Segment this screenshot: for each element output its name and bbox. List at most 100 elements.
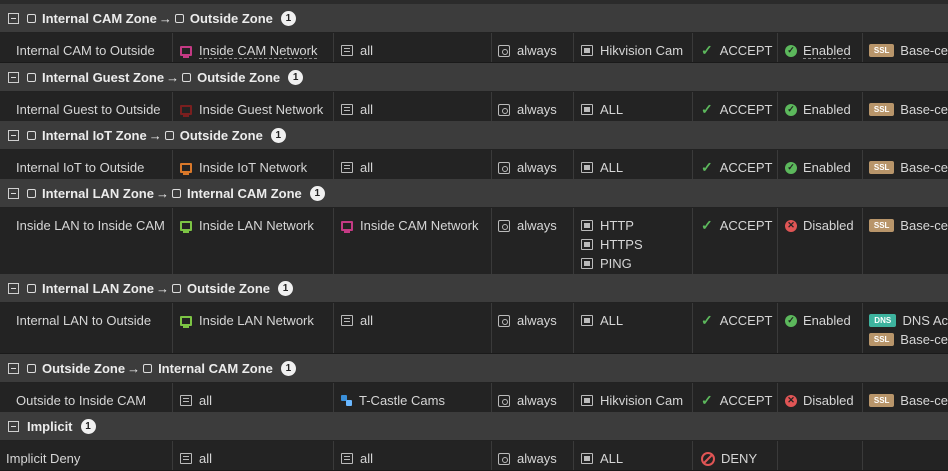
policy-row[interactable]: Internal IoT to Outside Inside IoT Netwo… xyxy=(0,150,948,180)
policy-group-header[interactable]: Internal LAN Zone → Outside Zone 1 xyxy=(0,274,948,303)
group-to-zone: Outside Zone xyxy=(179,127,263,143)
policy-count-badge: 1 xyxy=(280,360,296,376)
schedule[interactable]: always xyxy=(498,158,573,177)
policy-name[interactable]: Internal IoT to Outside xyxy=(16,158,172,177)
policy-row[interactable]: Internal LAN to Outside Inside LAN Netwo… xyxy=(0,303,948,354)
collapse-toggle-icon[interactable] xyxy=(8,71,19,83)
destination-address[interactable]: all xyxy=(341,41,491,60)
arrow-icon: → xyxy=(148,127,162,143)
ssl-badge: SSL xyxy=(869,103,895,116)
security-profile[interactable]: SSL Base-ce xyxy=(869,41,948,60)
check-icon: ✓ xyxy=(701,217,713,233)
collapse-toggle-icon[interactable] xyxy=(8,12,19,24)
service[interactable]: PING xyxy=(581,254,692,273)
source-label: all xyxy=(199,451,213,466)
policy-group-header[interactable]: Internal IoT Zone → Outside Zone 1 xyxy=(0,121,948,150)
security-profile[interactable]: SSL Base-ce xyxy=(869,391,948,410)
zone-icon xyxy=(27,188,36,198)
policy-name[interactable]: Inside LAN to Inside CAM xyxy=(16,216,172,235)
enabled-icon: ✓ xyxy=(785,161,797,174)
source-address[interactable]: Inside LAN Network xyxy=(180,216,333,235)
status-label: Enabled xyxy=(803,42,851,59)
security-profile[interactable]: SSL Base-ce xyxy=(869,216,948,235)
policy-row[interactable]: Implicit Deny all all always ALL DENY xyxy=(0,441,948,471)
address-icon xyxy=(341,162,353,173)
service-label: ALL xyxy=(600,451,624,466)
collapse-toggle-icon[interactable] xyxy=(8,129,19,141)
security-profile[interactable]: DNS DNS Ac xyxy=(869,311,948,330)
collapse-toggle-icon[interactable] xyxy=(8,187,19,199)
status[interactable]: ✕ Disabled xyxy=(785,216,862,235)
security-profile[interactable]: SSL Base-ce xyxy=(869,158,948,177)
policy-row[interactable]: Outside to Inside CAM all T-Castle Cams … xyxy=(0,383,948,413)
destination-address[interactable]: all xyxy=(341,158,491,177)
policy-group-header[interactable]: Internal LAN Zone → Internal CAM Zone 1 xyxy=(0,179,948,208)
group-from-zone: Internal CAM Zone xyxy=(42,10,157,26)
policy-name[interactable]: Implicit Deny xyxy=(6,449,172,468)
service-icon xyxy=(581,104,593,115)
destination-address[interactable]: all xyxy=(341,449,491,468)
schedule[interactable]: always xyxy=(498,311,573,330)
destination-address[interactable]: all xyxy=(341,100,491,119)
service[interactable]: HTTP xyxy=(581,216,692,235)
policy-name[interactable]: Internal Guest to Outside xyxy=(16,100,172,119)
status-label: Disabled xyxy=(803,218,854,233)
source-label: Inside LAN Network xyxy=(199,313,314,328)
zone-icon xyxy=(171,283,181,293)
schedule[interactable]: always xyxy=(498,216,573,235)
destination-address[interactable]: Inside CAM Network xyxy=(341,216,491,235)
source-address[interactable]: all xyxy=(180,391,333,410)
policy-group-header[interactable]: Internal CAM Zone → Outside Zone 1 xyxy=(0,4,948,33)
service[interactable]: HTTPS xyxy=(581,235,692,254)
destination-address[interactable]: T-Castle Cams xyxy=(341,391,491,410)
source-address[interactable]: all xyxy=(180,449,333,468)
schedule[interactable]: always xyxy=(498,391,573,410)
arrow-icon: → xyxy=(155,280,169,296)
schedule[interactable]: always xyxy=(498,100,573,119)
dns-badge: DNS xyxy=(869,314,897,327)
zone-icon xyxy=(171,188,181,198)
service[interactable]: ALL xyxy=(581,449,692,468)
source-address[interactable]: Inside IoT Network xyxy=(180,158,333,177)
schedule[interactable]: always xyxy=(498,449,573,468)
destination-address[interactable]: all xyxy=(341,311,491,330)
collapse-toggle-icon[interactable] xyxy=(8,420,19,432)
address-icon xyxy=(341,453,353,464)
schedule[interactable]: always xyxy=(498,41,573,60)
policy-row[interactable]: Internal CAM to Outside Inside CAM Netwo… xyxy=(0,33,948,63)
action-label: ACCEPT xyxy=(719,160,773,175)
policy-group-header[interactable]: Internal Guest Zone → Outside Zone 1 xyxy=(0,63,948,92)
service[interactable]: Hikvision Cam xyxy=(581,391,692,410)
security-profile[interactable]: SSL Base-ce xyxy=(869,330,948,349)
group-to-zone: Outside Zone xyxy=(189,10,273,26)
address-group-icon xyxy=(341,395,352,406)
status[interactable]: ✓ Enabled xyxy=(785,41,862,60)
source-address[interactable]: Inside LAN Network xyxy=(180,311,333,330)
status[interactable]: ✓ Enabled xyxy=(785,311,862,330)
disabled-icon: ✕ xyxy=(785,219,797,232)
service[interactable]: ALL xyxy=(581,158,692,177)
source-address[interactable]: Inside CAM Network xyxy=(180,41,333,60)
schedule-label: always xyxy=(517,160,557,175)
policy-row[interactable]: Inside LAN to Inside CAM Inside LAN Netw… xyxy=(0,208,948,275)
policy-group-header[interactable]: Implicit 1 xyxy=(0,412,948,441)
status[interactable]: ✓ Enabled xyxy=(785,158,862,177)
security-profile[interactable]: SSL Base-ce xyxy=(869,100,948,119)
ssl-badge: SSL xyxy=(869,219,895,232)
policy-name[interactable]: Outside to Inside CAM xyxy=(16,391,172,410)
policy-name[interactable]: Internal LAN to Outside xyxy=(16,311,172,330)
collapse-toggle-icon[interactable] xyxy=(8,282,19,294)
status[interactable]: ✓ Enabled xyxy=(785,100,862,119)
schedule-icon xyxy=(498,103,510,116)
collapse-toggle-icon[interactable] xyxy=(8,362,19,374)
status[interactable]: ✕ Disabled xyxy=(785,391,862,410)
action: DENY xyxy=(701,449,777,468)
policy-name[interactable]: Internal CAM to Outside xyxy=(16,41,172,60)
policy-row[interactable]: Internal Guest to Outside Inside Guest N… xyxy=(0,92,948,122)
service[interactable]: ALL xyxy=(581,311,692,330)
policy-group-header[interactable]: Outside Zone → Internal CAM Zone 1 xyxy=(0,354,948,383)
source-address[interactable]: Inside Guest Network xyxy=(180,100,333,119)
destination-label: all xyxy=(360,102,374,117)
service[interactable]: Hikvision Cam xyxy=(581,41,692,60)
service[interactable]: ALL xyxy=(581,100,692,119)
